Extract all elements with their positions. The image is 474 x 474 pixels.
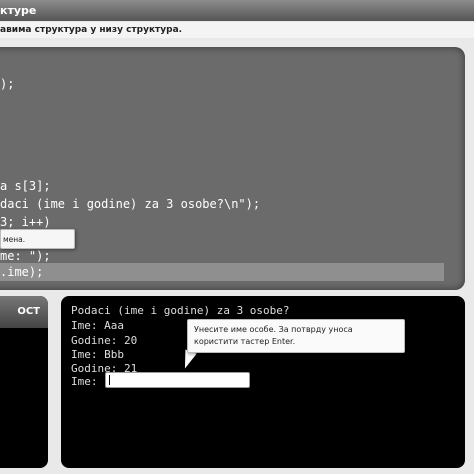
window-title: ктуре <box>0 4 37 17</box>
console-line: Ime: <box>71 375 98 388</box>
console-line: Ime: Bbb <box>71 348 124 361</box>
console-line: Ime: Aaa <box>71 319 124 332</box>
code-line: ); <box>0 77 15 91</box>
console-input[interactable] <box>105 372 250 388</box>
console-tooltip: Унесите име особе. За потврду уноса кори… <box>187 319 405 353</box>
code-line: a s[3]; <box>0 179 51 193</box>
code-line-highlighted: .ime); <box>0 263 444 281</box>
window-title-bar: ктуре <box>0 0 474 21</box>
console-line: Godine: 20 <box>71 334 138 347</box>
side-panel: ОСТ <box>0 296 48 468</box>
console-line: Podaci (ime i godine) za 3 osobe? <box>71 304 290 317</box>
code-line: daci (ime i godine) za 3 osobe?\n"); <box>0 197 261 211</box>
code-tooltip: мена. <box>0 229 75 249</box>
side-panel-header: ОСТ <box>0 296 48 328</box>
instruction-text: авима структура у низу структура. <box>0 22 474 38</box>
code-panel: ); a s[3]; daci (ime i godine) za 3 osob… <box>0 47 465 290</box>
text-caret <box>109 375 110 385</box>
